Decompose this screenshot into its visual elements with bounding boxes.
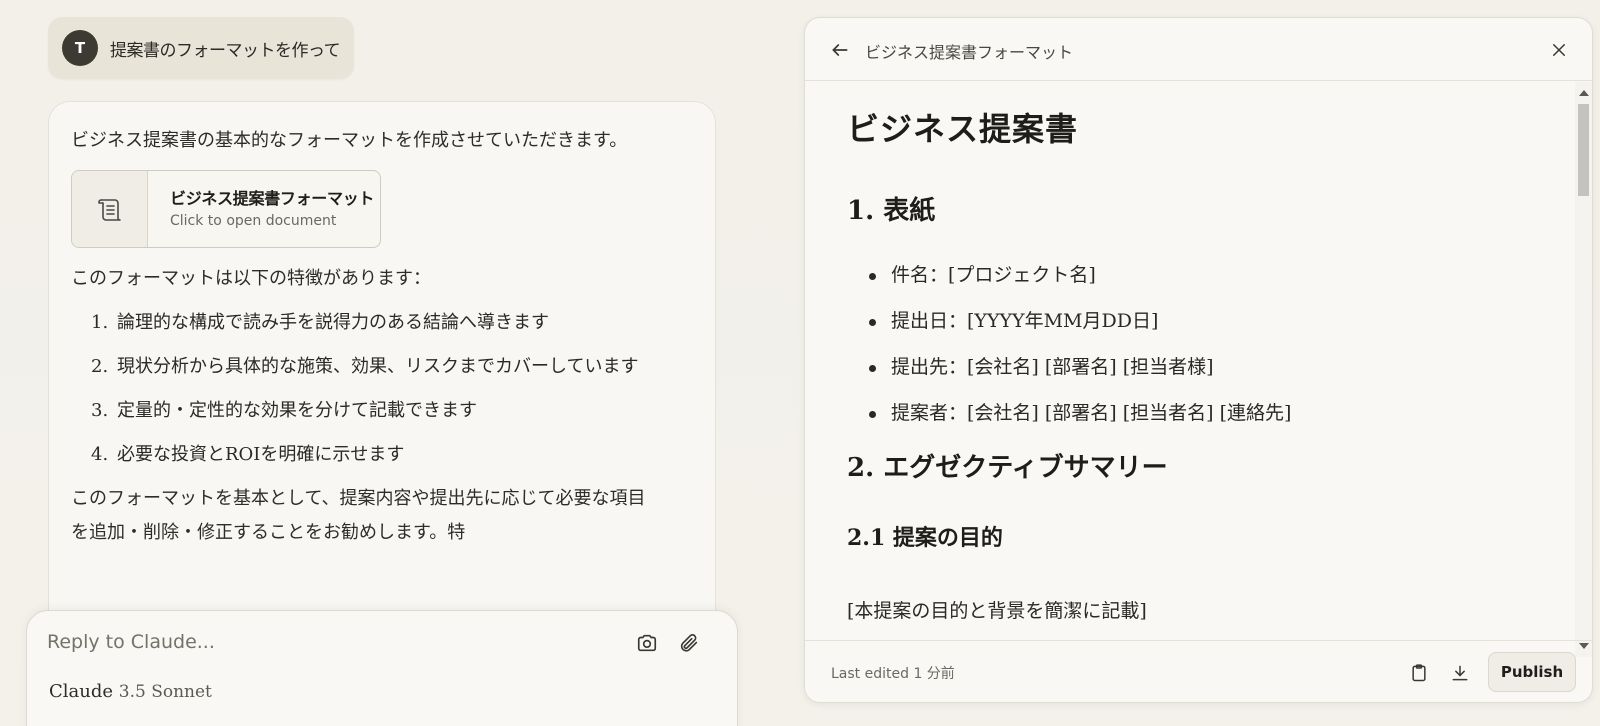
assistant-features-intro: このフォーマットは以下の特徴があります： [71,268,431,289]
list-item: 1. 論理的な構成で読み手を説得力のある結論へ導きます [91,312,549,333]
doc-paragraph: [本提案の目的と背景を簡潔に記載] [847,600,1147,622]
artifact-card-button[interactable]: ビジネス提案書フォーマット Click to open document [71,170,381,248]
doc-section-heading: 2. エグゼクティブサマリー [847,453,1168,483]
list-item: 件名：[プロジェクト名] [869,263,1577,287]
list-item: 2. 現状分析から具体的な施策、効果、リスクまでカバーしています [91,356,639,377]
clipboard-icon[interactable] [1407,661,1431,685]
user-message: T 提案書のフォーマットを作って [48,17,354,79]
artifact-panel-footer: Last edited 1 分前 Publish [805,640,1592,702]
reply-composer: Claude 3.5 Sonnet [26,610,738,726]
doc-subsection-heading: 2.1 提案の目的 [847,525,1003,551]
list-item: 提案者：[会社名] [部署名] [担当者名] [連絡先] [869,401,1577,425]
list-item: 3. 定量的・定性的な効果を分けて記載できます [91,400,477,421]
scroll-document-icon [72,171,148,247]
doc-section-heading: 1. 表紙 [847,196,936,226]
publish-button[interactable]: Publish [1488,652,1576,692]
download-icon[interactable] [1448,661,1472,685]
user-message-text: 提案書のフォーマットを作って [110,40,341,61]
artifact-card-subtitle: Click to open document [170,213,337,229]
assistant-closing-text: このフォーマットを基本として、提案内容や提出先に応じて必要な項目を追加・削除・修… [71,488,646,543]
artifact-panel-header: ビジネス提案書フォーマット [805,18,1592,81]
doc-bullet-list: 件名：[プロジェクト名] 提出日：[YYYY年MM月DD日] 提出先：[会社名]… [847,263,1577,425]
list-item: 提出先：[会社名] [部署名] [担当者様] [869,355,1577,379]
last-edited-text: Last edited 1 分前 [831,666,955,682]
assistant-intro-text: ビジネス提案書の基本的なフォーマットを作成させていただきます。 [71,130,628,151]
camera-icon[interactable] [633,629,661,657]
artifact-panel: ビジネス提案書フォーマット ビジネス提案書 1. 表紙 件名：[プロジェクト名]… [804,17,1593,703]
back-arrow-icon[interactable] [827,37,853,63]
reply-input[interactable] [47,627,607,657]
model-name: Claude [49,681,114,702]
artifact-panel-title: ビジネス提案書フォーマット [865,43,1074,62]
doc-title: ビジネス提案書 [847,110,1079,148]
app-root: T 提案書のフォーマットを作って ビジネス提案書の基本的なフォーマットを作成させ… [0,0,1600,726]
list-item: 提出日：[YYYY年MM月DD日] [869,309,1577,333]
list-item: 4. 必要な投資とROIを明確に示せます [91,444,405,465]
scroll-up-arrow-icon[interactable] [1579,90,1589,96]
artifact-card-title: ビジネス提案書フォーマット [170,189,375,208]
model-version: 3.5 Sonnet [118,682,212,702]
model-selector[interactable]: Claude 3.5 Sonnet [49,681,212,702]
paperclip-icon[interactable] [675,629,703,657]
feature-list: 1. 論理的な構成で読み手を説得力のある結論へ導きます 2. 現状分析から具体的な施… [71,306,651,472]
avatar: T [62,30,98,66]
document-scrollbar[interactable] [1575,82,1592,657]
close-icon[interactable] [1546,37,1572,63]
assistant-message: ビジネス提案書の基本的なフォーマットを作成させていただきます。 ビジネス提案書フ… [48,101,716,661]
scrollbar-thumb[interactable] [1578,104,1589,196]
document-content: ビジネス提案書 1. 表紙 件名：[プロジェクト名] 提出日：[YYYY年MM月… [805,82,1577,657]
